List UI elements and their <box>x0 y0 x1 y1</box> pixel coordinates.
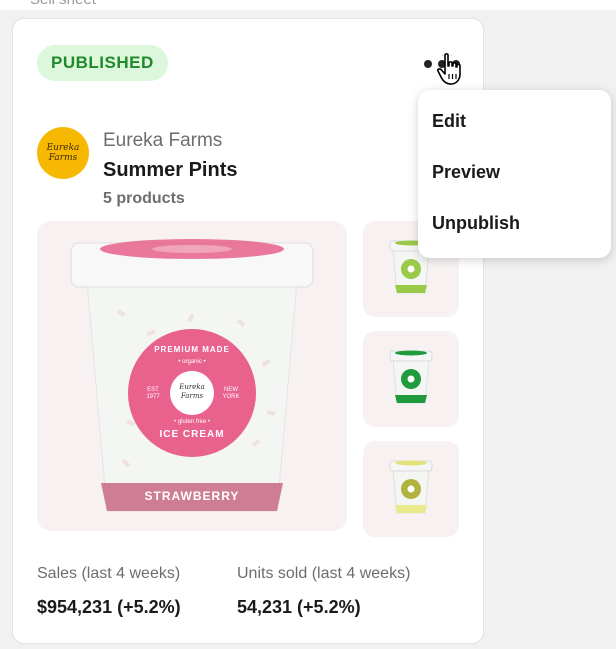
brand-logo: Eureka Farms <box>37 127 89 179</box>
sales-value: $954,231 (+5.2%) <box>37 597 181 617</box>
product-title[interactable]: Summer Pints <box>103 159 237 182</box>
hand-pointer-icon <box>437 53 461 85</box>
units-sold-value: 54,231 (+5.2%) <box>237 597 361 617</box>
circle-gluten-text: • gluten free • <box>174 419 210 425</box>
section-label: Sell sheet <box>30 0 96 8</box>
menu-item-preview[interactable]: Preview <box>418 147 611 198</box>
menu-item-edit[interactable]: Edit <box>418 96 611 147</box>
circle-ny-text: NEW YORK <box>222 387 240 400</box>
logo-text: Farms <box>48 153 78 163</box>
circle-logo-line: Farms <box>180 392 204 400</box>
thumbnail-mint[interactable] <box>363 331 459 427</box>
more-options-menu: Edit Preview Unpublish <box>418 90 611 258</box>
flavor-label: STRAWBERRY <box>144 489 240 503</box>
circle-bottom-text: ICE CREAM <box>159 429 225 440</box>
circle-organic-text: • organic • <box>178 359 206 365</box>
circle-logo-line: Eureka <box>179 383 205 391</box>
thumbnail-vanilla[interactable] <box>363 441 459 537</box>
ice-cream-pint-illustration <box>70 239 314 512</box>
circle-logo-text: Eureka Farms <box>172 383 212 401</box>
product-count: 5 products <box>103 190 185 207</box>
brand-name: Eureka Farms <box>103 130 223 151</box>
menu-item-unpublish[interactable]: Unpublish <box>418 198 611 249</box>
logo-text: Eureka <box>46 143 80 153</box>
status-badge: PUBLISHED <box>37 45 168 81</box>
sales-label: Sales (last 4 weeks) <box>37 565 181 582</box>
left-gutter <box>0 10 8 649</box>
page-header-strip: Sell sheet <box>0 0 616 10</box>
units-sold-label: Units sold (last 4 weeks) <box>237 565 411 582</box>
circle-est-text: EST 1977 <box>146 387 160 400</box>
hero-product-image[interactable]: PREMIUM MADE • organic • EST 1977 NEW YO… <box>37 221 347 531</box>
mini-pint-image <box>389 460 433 514</box>
sell-sheet-card[interactable]: PUBLISHED ··· Eureka Farms Eureka Farms … <box>12 18 484 644</box>
circle-top-text: PREMIUM MADE <box>154 345 230 354</box>
mini-pint-image <box>389 350 433 404</box>
